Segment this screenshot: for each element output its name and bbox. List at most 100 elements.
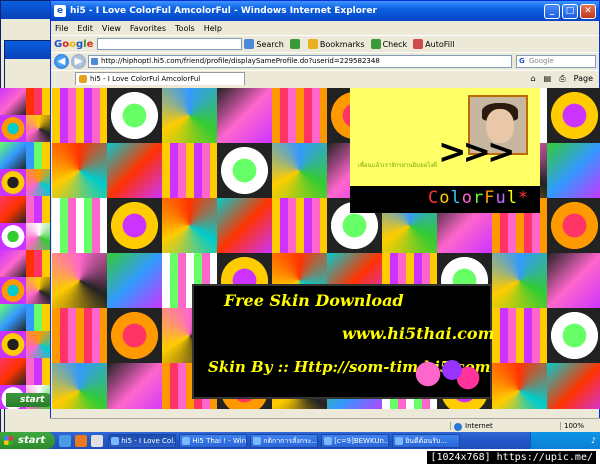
pagerank-button[interactable]: [289, 39, 302, 49]
url-input[interactable]: http://hiphoptl.hi5.com/friend/profile/d…: [88, 55, 512, 68]
watermark-strip: [1024x768] https://upic.me/: [0, 449, 600, 469]
collage-tile: [547, 198, 600, 253]
menu-edit[interactable]: Edit: [77, 24, 93, 33]
menu-bar: File Edit View Favorites Tools Help: [51, 21, 599, 35]
collage-tile: [52, 253, 107, 308]
zoom-level[interactable]: 100%: [560, 421, 600, 430]
colorful-letter: l: [450, 188, 462, 208]
thai-caption: เพื่อนแล้วเราจักรยานยิมยอไงดี: [358, 162, 438, 169]
collage-tile: [547, 363, 600, 409]
tab-hi5[interactable]: hi5 - I Love ColorFul AmcolorFul: [75, 72, 245, 85]
google-search-button[interactable]: Search: [244, 39, 284, 49]
collage-tile: [272, 198, 327, 253]
collage-tile: [107, 363, 162, 409]
title-bar[interactable]: e hi5 - I Love ColorFul AmcolorFul - Win…: [51, 1, 599, 21]
system-tray: ♪: [530, 432, 600, 449]
collage-tile: [26, 142, 52, 169]
collage-tile: [0, 169, 26, 196]
taskbar: start hi5 - I Love Col... Hi5 Thai ! - W…: [0, 432, 600, 449]
page-content: >>> เพื่อนแล้วเราจักรยานยิมยอไงดี ColorF…: [52, 88, 600, 409]
close-button[interactable]: ✕: [580, 3, 596, 19]
collage-tile: [547, 308, 600, 363]
tab-bar: hi5 - I Love ColorFul AmcolorFul ⌂ ▤ ⎙ P…: [51, 70, 599, 86]
firefox-quicklaunch-icon[interactable]: [75, 434, 88, 447]
menu-file[interactable]: File: [55, 24, 68, 33]
collage-tile: [52, 198, 107, 253]
collage-tile: [272, 88, 327, 143]
free-skin-banner[interactable]: Free Skin Download www.hi5thai.com Skin …: [192, 284, 495, 399]
collage-tile: [0, 250, 26, 277]
background-start-button[interactable]: start: [6, 393, 52, 407]
collage-tile: [492, 363, 547, 409]
collage-tile: [272, 143, 327, 198]
collage-tile: [26, 358, 52, 385]
collage-tile: [217, 143, 272, 198]
collage-tile: [547, 253, 600, 308]
collage-tile: [26, 304, 52, 331]
collage-tile: [26, 331, 52, 358]
collage-tile: [107, 143, 162, 198]
task-welcome[interactable]: ยินดีต้อนรับ...: [392, 433, 461, 448]
command-bar: ⌂ ▤ ⎙ Page: [523, 74, 593, 84]
autofill-button[interactable]: AutoFill: [413, 39, 454, 49]
task-hi5thai[interactable]: Hi5 Thai ! - Win...: [179, 433, 248, 448]
google-logo: Google: [54, 38, 94, 50]
colorful-letter: u: [495, 188, 507, 208]
collage-tile: [547, 143, 600, 198]
collage-tile: [0, 115, 26, 142]
background-window-content: [0, 88, 52, 409]
colorful-letter: C: [428, 188, 440, 208]
feeds-icon[interactable]: ▤: [544, 74, 552, 83]
pagerank-icon: [289, 39, 300, 49]
collage-tile: [26, 115, 52, 142]
banner-url[interactable]: www.hi5thai.com: [342, 324, 495, 343]
forward-button[interactable]: ▶: [71, 54, 86, 69]
desktop-quicklaunch-icon[interactable]: [91, 434, 104, 447]
collage-tile: [0, 142, 26, 169]
collage-tile: [162, 198, 217, 253]
colorful-letter: *: [518, 188, 530, 208]
collage-tile: [107, 198, 162, 253]
menu-view[interactable]: View: [102, 24, 121, 33]
minimize-button[interactable]: _: [544, 3, 560, 19]
start-button[interactable]: start: [0, 432, 56, 449]
collage-tile: [26, 169, 52, 196]
collage-tile: [162, 88, 217, 143]
menu-favorites[interactable]: Favorites: [130, 24, 166, 33]
collage-tile: [492, 308, 547, 363]
back-button[interactable]: ◀: [54, 54, 69, 69]
collage-tile: [217, 198, 272, 253]
google-search-input[interactable]: [97, 38, 243, 50]
check-button[interactable]: Check: [370, 39, 407, 49]
collage-tile: [0, 304, 26, 331]
banner-title: Free Skin Download: [224, 291, 404, 310]
collage-tile: [107, 253, 162, 308]
collage-tile: [52, 143, 107, 198]
page-menu-button[interactable]: Page: [574, 74, 593, 83]
home-icon[interactable]: ⌂: [531, 74, 536, 83]
menu-help[interactable]: Help: [204, 24, 222, 33]
task-hi5[interactable]: hi5 - I Love Col...: [108, 433, 177, 448]
print-icon[interactable]: ⎙: [559, 74, 565, 84]
colorful-letter: F: [484, 188, 496, 208]
google-toolbar: Google Search Bookmarks Check AutoFill: [51, 35, 599, 52]
volume-icon[interactable]: ♪: [591, 436, 596, 445]
collage-tile: [26, 88, 52, 115]
colorful-letter: o: [461, 188, 473, 208]
ie-quicklaunch-icon[interactable]: [59, 434, 72, 447]
collage-tile: [162, 143, 217, 198]
collage-tile: [0, 331, 26, 358]
spellcheck-icon: [370, 39, 381, 49]
task-bewk[interactable]: [c=9]BEWKUn...: [321, 433, 390, 448]
collage-tile: [217, 88, 272, 143]
watermark: [1024x768] https://upic.me/: [427, 451, 596, 464]
maximize-button[interactable]: □: [562, 3, 578, 19]
menu-tools[interactable]: Tools: [175, 24, 195, 33]
bookmarks-button[interactable]: Bookmarks: [307, 39, 365, 49]
task-rules[interactable]: กติกาการสั่งกระ...: [250, 433, 319, 448]
live-search-input[interactable]: Google: [516, 55, 596, 68]
collage-tile: [52, 308, 107, 363]
internet-zone: Internet: [450, 421, 560, 431]
collage-tile: [52, 363, 107, 409]
collage-tile: [26, 277, 52, 304]
